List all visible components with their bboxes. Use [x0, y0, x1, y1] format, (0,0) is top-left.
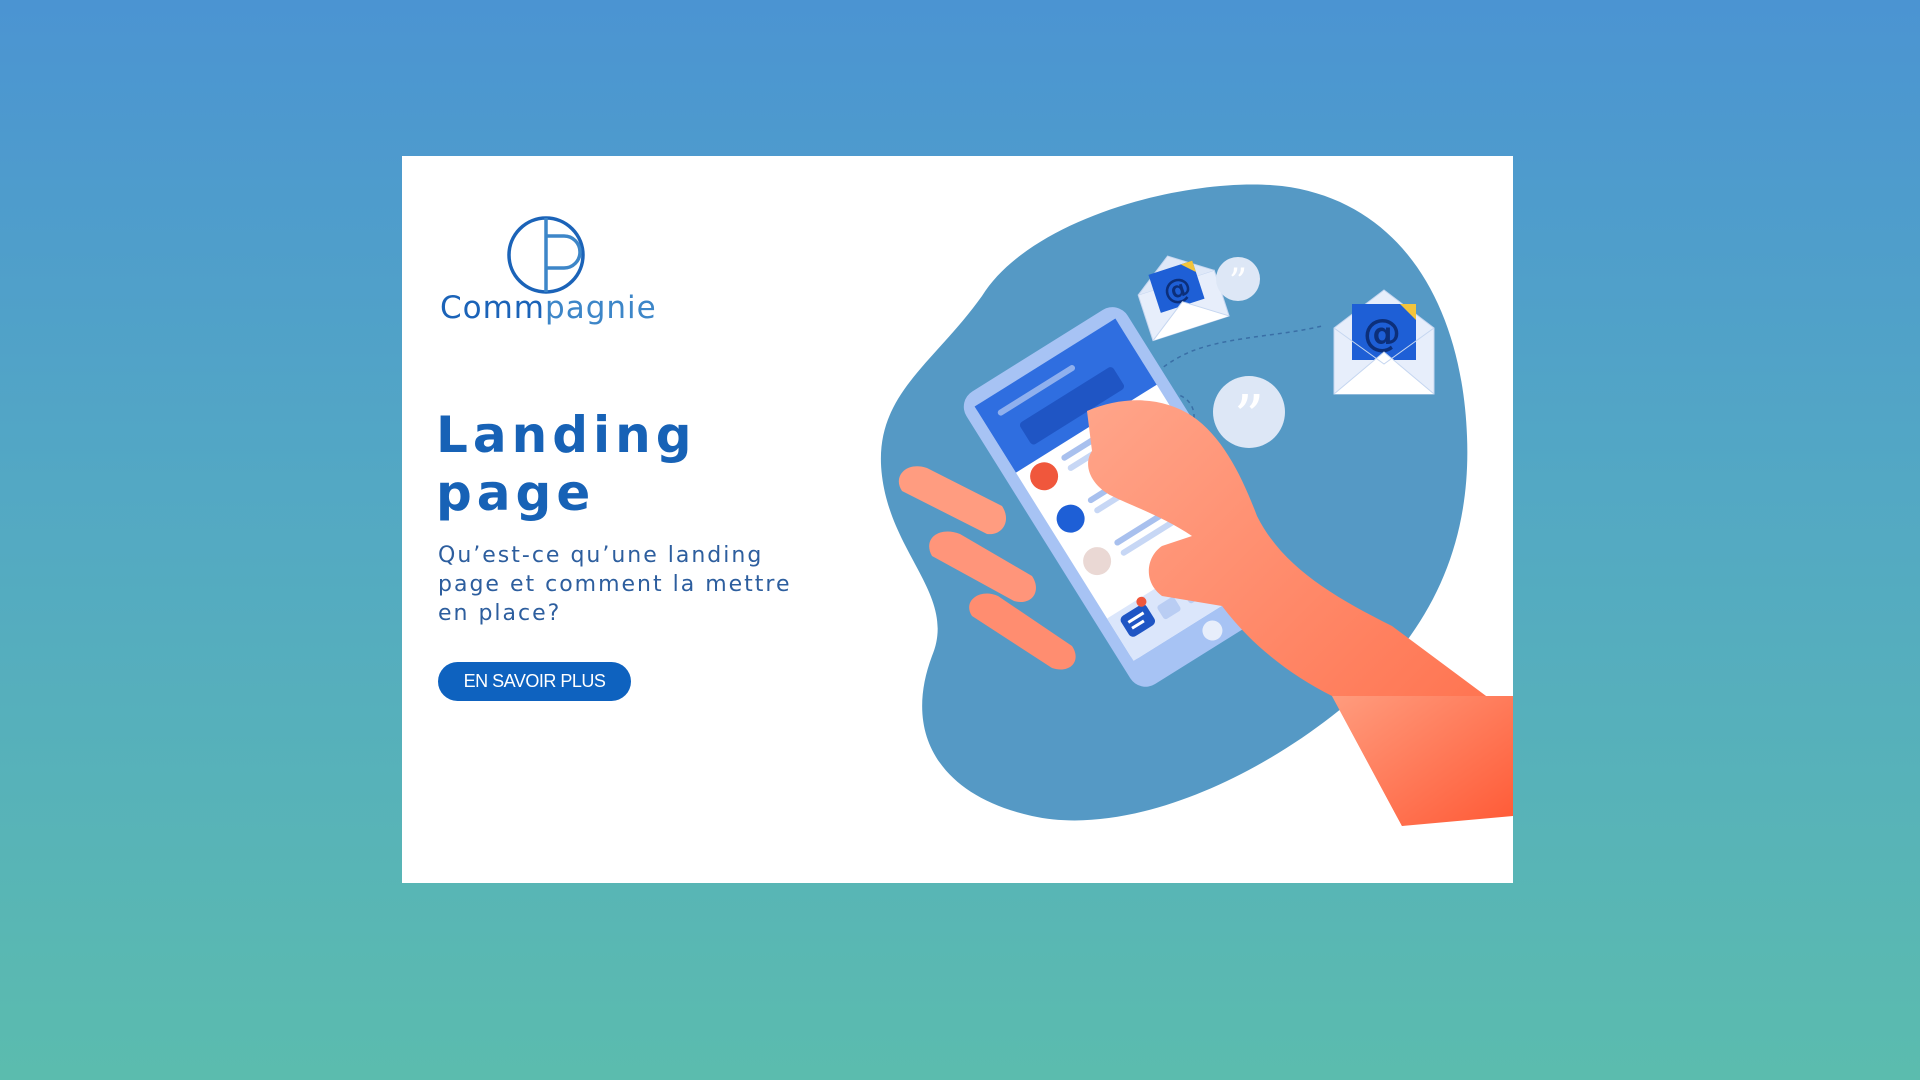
brand-name-part1: Comm: [440, 290, 546, 326]
phone-hand-illustration: @ @ ” ”: [880, 184, 1513, 826]
page-subtitle: Qu’est-ce qu’une landing page et comment…: [438, 543, 792, 626]
brand-logo[interactable]: Commpagnie: [438, 212, 678, 332]
page-title-line1: Landing: [436, 406, 697, 464]
learn-more-button[interactable]: EN SAVOIR PLUS: [438, 662, 631, 701]
svg-text:@: @: [1363, 311, 1401, 355]
page-title: Landing page: [436, 406, 796, 522]
hero-banner: Commpagnie Landing page Qu’est-ce qu’une…: [402, 156, 1513, 883]
cp-logo-icon: [507, 216, 585, 294]
svg-text:”: ”: [1229, 262, 1247, 303]
page-title-line2: page: [436, 464, 596, 522]
brand-name: Commpagnie: [440, 290, 657, 326]
brand-name-part2: pagnie: [545, 290, 657, 326]
svg-text:”: ”: [1234, 383, 1265, 453]
